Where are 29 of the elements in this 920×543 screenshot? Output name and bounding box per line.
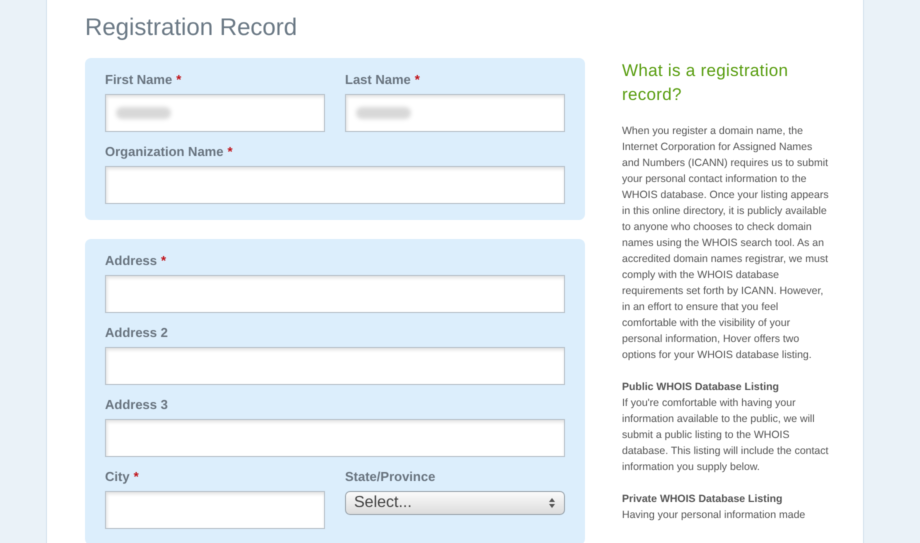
input-field[interactable] [105, 275, 565, 313]
field-label: Last Name [345, 72, 411, 87]
required-mark: * [414, 72, 420, 87]
sidebar-heading: What is a registration record? [622, 60, 790, 106]
state-dropdown[interactable]: Select... [345, 491, 565, 515]
input-field[interactable] [105, 491, 325, 529]
required-mark: * [134, 469, 139, 484]
field-label: First Name [105, 72, 172, 87]
section-title: Public WHOIS Database Listing [622, 380, 780, 395]
field-label: State/Province [345, 469, 436, 484]
required-mark: * [176, 72, 182, 87]
required-mark: * [161, 253, 166, 268]
field-label: City [105, 469, 130, 484]
section-paragraph: Having your personal information made [622, 508, 806, 523]
updown-arrows-icon [548, 497, 556, 509]
input-field[interactable] [105, 419, 565, 457]
field-label: Address 3 [105, 397, 168, 412]
section-paragraph: If you're comfortable with having your information available to the public, we will submit a public listing to the WHOIS database. This listing will include the contact information you supply below. [622, 396, 830, 475]
field-label: Address [105, 253, 158, 268]
page-title: Registration Record [85, 14, 298, 42]
input-field[interactable] [345, 94, 565, 132]
section-title: Private WHOIS Database Listing [622, 492, 784, 507]
required-mark: * [227, 144, 233, 159]
input-field[interactable] [105, 94, 325, 132]
field-label: Address 2 [105, 325, 168, 340]
input-field[interactable] [105, 347, 565, 385]
input-field[interactable] [105, 166, 565, 204]
sidebar-paragraph: When you register a domain name, the Internet Corporation for Assigned Names and Numbers (ICANN) requires us to submit your personal contact information to the WHOIS database. Once your listing appears in this online directory, it is publicly available to anyone who chooses to check domain names using the WHOIS search tool. As an accredited domain names registrar, we must comply with the WHOIS database requirements set forth by ICANN. However, in an effort to ensure that you feel comfortable with the visibility of your personal information, Hover offers two options for your WHOIS database listing. [622, 124, 830, 363]
field-label: Organization Name [105, 144, 224, 159]
